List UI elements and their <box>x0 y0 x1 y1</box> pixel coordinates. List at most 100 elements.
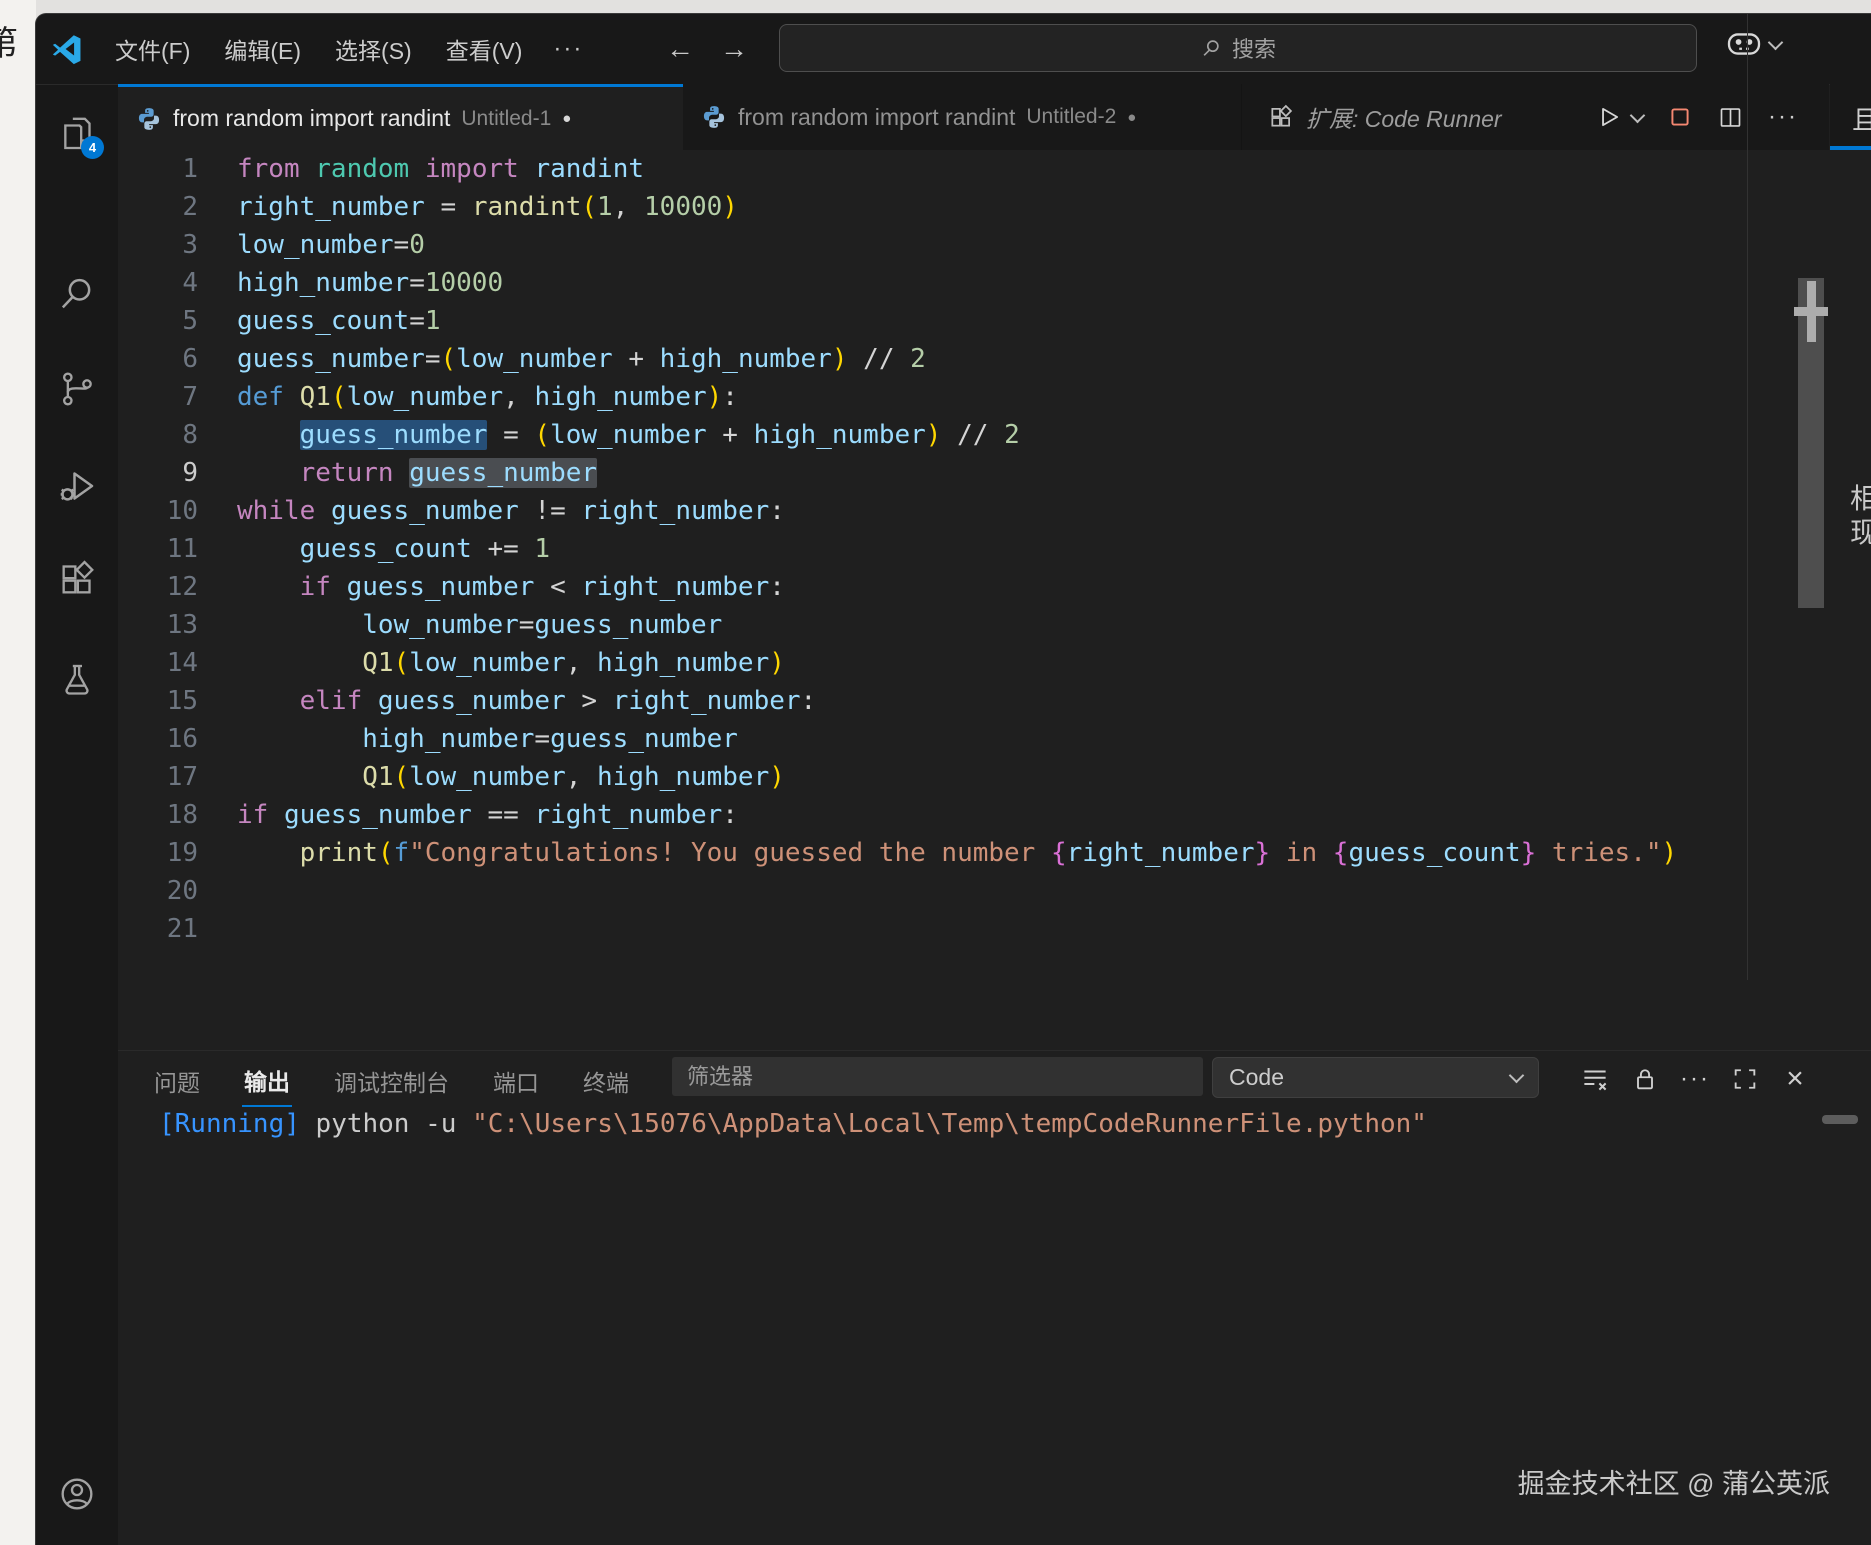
line-content: print(f"Congratulations! You guessed the… <box>198 838 1677 868</box>
code-line: 21 <box>118 910 1747 948</box>
code-editor[interactable]: 1from random import randint2right_number… <box>118 150 1747 1050</box>
line-number[interactable]: 1 <box>118 150 198 188</box>
code-line: 3low_number=0 <box>118 226 1747 264</box>
line-content: high_number=10000 <box>198 268 503 298</box>
tab-untitled-2[interactable]: from random import randint Untitled-2 ● <box>683 84 1242 150</box>
line-number[interactable]: 16 <box>118 720 198 758</box>
scrollbar-handle-icon[interactable] <box>1794 307 1828 316</box>
line-content: if guess_number == right_number: <box>198 800 738 830</box>
chevron-down-icon <box>1768 34 1784 50</box>
line-number[interactable]: 21 <box>118 910 198 948</box>
modified-dot-icon[interactable]: ● <box>562 110 571 127</box>
tab-untitled-1[interactable]: from random import randintUntitled-1● <box>118 84 683 150</box>
vscode-logo-icon <box>50 32 84 66</box>
search-sidebar-icon[interactable] <box>57 274 97 314</box>
code-line: 19print(f"Congratulations! You guessed t… <box>118 834 1747 872</box>
editor-group-separator[interactable] <box>1747 14 1748 980</box>
panel-tab-active[interactable]: 输出 <box>242 1053 292 1107</box>
code-line: 8guess_number = (low_number + high_numbe… <box>118 416 1747 454</box>
line-content: low_number=guess_number <box>198 610 722 640</box>
line-number[interactable]: 4 <box>118 264 198 302</box>
run-icon <box>1596 104 1622 130</box>
run-chevron-icon <box>1630 107 1646 123</box>
menu-bar: 文件(F) 编辑(E) 选择(S) 查看(V) ··· <box>98 14 597 84</box>
clear-output-button[interactable] <box>1579 1063 1611 1095</box>
line-number[interactable]: 6 <box>118 340 198 378</box>
panel-tab-item[interactable]: 问题 <box>152 1054 202 1106</box>
panel-scrollbar-thumb[interactable] <box>1822 1115 1858 1124</box>
line-content: guess_count=1 <box>198 306 441 336</box>
line-number[interactable]: 11 <box>118 530 198 568</box>
close-panel-icon[interactable]: × <box>1779 1063 1811 1095</box>
back-icon[interactable]: ← <box>666 14 694 84</box>
panel-more-actions-icon[interactable]: ··· <box>1679 1063 1711 1095</box>
maximize-panel-button[interactable] <box>1729 1063 1761 1095</box>
output-channel-dropdown[interactable]: Code <box>1212 1057 1539 1098</box>
output-filter-input[interactable]: 筛选器 <box>672 1057 1203 1096</box>
fragment-side-text: 现 <box>1850 516 1871 550</box>
line-content: guess_count += 1 <box>198 534 550 564</box>
output-token: python -u <box>300 1109 472 1139</box>
code-lines: 1from random import randint2right_number… <box>118 150 1747 948</box>
line-number[interactable]: 12 <box>118 568 198 606</box>
menu-more-icon[interactable]: ··· <box>539 27 597 71</box>
line-number[interactable]: 9 <box>118 454 198 492</box>
explorer-icon[interactable]: 4 <box>57 113 97 153</box>
lock-scroll-button[interactable] <box>1629 1063 1661 1095</box>
account-icon[interactable] <box>57 1474 97 1514</box>
menu-file[interactable]: 文件(F) <box>98 24 207 74</box>
tab-code-runner-extension[interactable]: 扩展: Code Runner <box>1246 84 1524 150</box>
copilot-button[interactable] <box>1726 29 1781 59</box>
line-number[interactable]: 5 <box>118 302 198 340</box>
code-line: 10while guess_number != right_number: <box>118 492 1747 530</box>
modified-dot-icon[interactable]: ● <box>1127 109 1136 126</box>
line-number[interactable]: 3 <box>118 226 198 264</box>
line-number[interactable]: 18 <box>118 796 198 834</box>
panel-tab-item[interactable]: 终端 <box>581 1054 631 1106</box>
panel-actions: ··· × <box>1579 1051 1811 1106</box>
testing-icon[interactable] <box>57 661 97 701</box>
run-debug-icon[interactable] <box>57 466 97 506</box>
editor-more-actions-icon[interactable]: ··· <box>1768 103 1798 131</box>
panel-tab-item[interactable]: 调试控制台 <box>332 1054 451 1106</box>
output-token: "C:\Users\15076\AppData\Local\Temp\tempC… <box>472 1109 1427 1139</box>
panel-tab-item[interactable]: 端口 <box>491 1054 541 1106</box>
line-number[interactable]: 17 <box>118 758 198 796</box>
editor-tab-bar: from random import randintUntitled-1●fro… <box>118 84 1829 150</box>
menu-selection[interactable]: 选择(S) <box>318 24 429 74</box>
forward-icon[interactable]: → <box>720 14 748 84</box>
stop-button[interactable] <box>1667 104 1693 130</box>
code-line: 11guess_count += 1 <box>118 530 1747 568</box>
line-number[interactable]: 15 <box>118 682 198 720</box>
code-line: 6guess_number=(low_number + high_number)… <box>118 340 1747 378</box>
tab-suffix: Untitled-2 <box>1026 105 1116 129</box>
menu-edit[interactable]: 编辑(E) <box>207 24 318 74</box>
line-content: def Q1(low_number, high_number): <box>198 382 738 412</box>
split-editor-button[interactable] <box>1717 104 1744 131</box>
line-number[interactable]: 10 <box>118 492 198 530</box>
copilot-icon <box>1726 29 1762 59</box>
tab-title: from random import randint <box>738 104 1015 131</box>
output-token: [Running] <box>159 1109 300 1139</box>
line-number[interactable]: 14 <box>118 644 198 682</box>
code-line: 16high_number=guess_number <box>118 720 1747 758</box>
second-group-tab-fragment[interactable]: 且 <box>1830 84 1871 150</box>
line-number[interactable]: 7 <box>118 378 198 416</box>
code-line: 4high_number=10000 <box>118 264 1747 302</box>
extensions-icon[interactable] <box>57 559 97 599</box>
line-number[interactable]: 19 <box>118 834 198 872</box>
code-line: 13low_number=guess_number <box>118 606 1747 644</box>
line-content: right_number = randint(1, 10000) <box>198 192 738 222</box>
line-number[interactable]: 8 <box>118 416 198 454</box>
output-console[interactable]: [Running] python -u "C:\Users\15076\AppD… <box>159 1105 1427 1143</box>
preview-tab-label: 扩展: Code Runner <box>1306 100 1502 134</box>
line-number[interactable]: 13 <box>118 606 198 644</box>
source-control-icon[interactable] <box>57 369 97 409</box>
line-number[interactable]: 2 <box>118 188 198 226</box>
search-command-center[interactable]: 搜索 <box>779 24 1697 72</box>
menu-view[interactable]: 查看(V) <box>429 24 540 74</box>
line-number[interactable]: 20 <box>118 872 198 910</box>
title-bar: 文件(F) 编辑(E) 选择(S) 查看(V) ··· ← → 搜索 <box>36 14 1871 85</box>
run-code-button[interactable] <box>1596 104 1643 130</box>
python-file-icon <box>136 106 162 132</box>
